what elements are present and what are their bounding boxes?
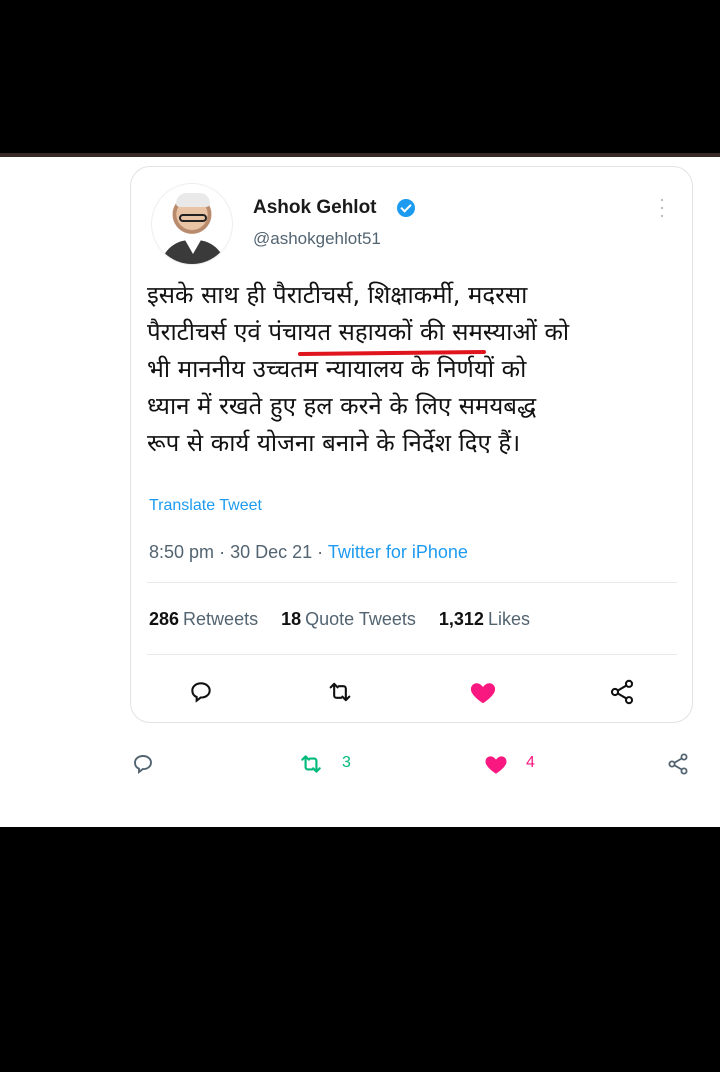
post-retweet-count: 3 bbox=[342, 754, 351, 771]
meta-separator: · bbox=[317, 542, 328, 562]
embedded-tweet-card[interactable]: Ashok Gehlot @ashokgehlot51 · · · इसके साथ… bbox=[130, 166, 693, 723]
more-options-icon[interactable]: · · · bbox=[658, 190, 666, 224]
share-icon bbox=[668, 753, 688, 775]
share-button[interactable] bbox=[607, 677, 637, 707]
heart-filled-icon bbox=[470, 683, 496, 704]
tweet-text: इसके साथ ही पैराटीचर्स, शिक्षाकर्मी, मदर… bbox=[147, 281, 570, 457]
verified-badge-icon bbox=[397, 199, 415, 217]
bottom-black-area bbox=[0, 827, 720, 1072]
retweets-stat[interactable]: 286 Retweets bbox=[149, 609, 263, 629]
post-like-count: 4 bbox=[526, 754, 535, 771]
author-handle[interactable]: @ashokgehlot51 bbox=[253, 229, 381, 249]
quote-tweets-stat[interactable]: 18 Quote Tweets bbox=[281, 609, 421, 629]
reply-icon bbox=[191, 682, 211, 703]
avatar-hair bbox=[176, 193, 210, 207]
likes-stat[interactable]: 1,312 Likes bbox=[439, 609, 530, 629]
retweet-icon bbox=[301, 755, 321, 773]
author-name[interactable]: Ashok Gehlot bbox=[253, 197, 377, 219]
share-icon bbox=[610, 679, 634, 705]
heart-filled-icon bbox=[485, 756, 507, 774]
reply-button[interactable] bbox=[186, 677, 216, 707]
stats-top-divider bbox=[147, 582, 677, 583]
tweet-time: 8:50 pm bbox=[149, 542, 215, 562]
avatar-glasses bbox=[179, 214, 207, 222]
retweet-icon bbox=[329, 682, 351, 702]
quotes-count: 18 bbox=[281, 609, 302, 629]
tweet-source-link[interactable]: Twitter for iPhone bbox=[328, 542, 468, 562]
engagement-stats: 286 Retweets 18 Quote Tweets 1,312 Likes bbox=[149, 609, 548, 630]
quotes-label: Quote Tweets bbox=[305, 609, 416, 629]
reply-icon bbox=[134, 755, 152, 774]
like-button[interactable] bbox=[468, 677, 498, 707]
retweet-button[interactable] bbox=[325, 677, 355, 707]
stats-bottom-divider bbox=[147, 654, 677, 655]
translate-tweet-link[interactable]: Translate Tweet bbox=[149, 497, 262, 515]
avatar[interactable] bbox=[151, 183, 233, 265]
post-like-button[interactable] bbox=[481, 749, 511, 779]
likes-label: Likes bbox=[487, 609, 530, 629]
post-retweet-button[interactable] bbox=[296, 749, 326, 779]
post-share-button[interactable] bbox=[663, 749, 693, 779]
post-reply-button[interactable] bbox=[128, 749, 158, 779]
retweets-count: 286 bbox=[149, 609, 180, 629]
retweets-label: Retweets bbox=[183, 609, 259, 629]
top-black-area bbox=[0, 0, 720, 154]
likes-count: 1,312 bbox=[438, 609, 484, 629]
meta-separator: · bbox=[219, 542, 231, 562]
tweet-date[interactable]: 30 Dec 21 bbox=[230, 542, 312, 562]
tweet-metadata: 8:50 pm · 30 Dec 21 · Twitter for iPhone bbox=[149, 542, 468, 563]
